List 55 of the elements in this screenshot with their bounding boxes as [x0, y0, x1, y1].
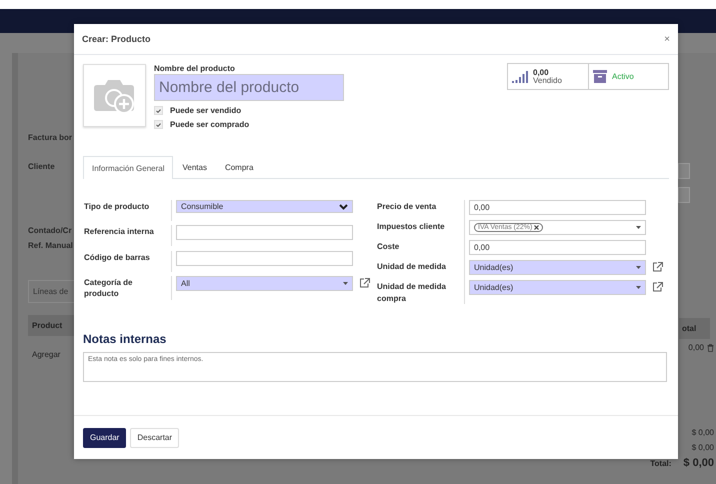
caret-icon — [636, 266, 641, 269]
bar-chart-icon — [512, 70, 528, 82]
subtotal-amount: $ 0,00 — [692, 443, 714, 452]
tab[interactable]: Información General — [83, 156, 174, 179]
field-label: Referencia interna — [83, 225, 172, 246]
select-field[interactable] — [678, 163, 690, 179]
select-field[interactable]: Unidad(es) — [469, 260, 646, 275]
input-field[interactable] — [176, 250, 353, 266]
product-name-field[interactable]: Nombre del producto — [154, 74, 344, 101]
save-button[interactable]: Guardar — [83, 428, 126, 448]
close-button[interactable]: × — [664, 34, 670, 44]
external-link-icon[interactable] — [652, 262, 663, 272]
form-label: Contado/Cr — [28, 226, 73, 235]
field-label: Coste — [376, 240, 465, 260]
product-type-select[interactable]: Consumible — [176, 200, 353, 213]
subtotal-amount: $ 0,00 — [692, 428, 714, 437]
total-label: Total: — [650, 459, 672, 468]
chevron-down-icon — [339, 204, 348, 210]
trash-icon[interactable] — [707, 344, 714, 352]
total-amount: $ 0,00 — [683, 457, 714, 469]
field-label: Unidad de medida — [376, 260, 465, 280]
caret-icon — [636, 286, 641, 289]
input-field[interactable]: 0,00 — [469, 200, 646, 215]
archive-box-icon — [593, 70, 607, 83]
select-field[interactable] — [678, 187, 690, 203]
input-field[interactable] — [176, 225, 353, 240]
column-header: otal — [679, 318, 710, 339]
form-label: Cliente — [28, 162, 56, 171]
discard-button[interactable]: Descartar — [130, 428, 180, 448]
section-title: Notas internas — [83, 332, 168, 346]
select-field[interactable]: Unidad(es) — [469, 280, 646, 295]
checkbox-label: Puede ser comprado — [170, 120, 250, 129]
dialog-title: Crear: Producto — [82, 34, 151, 44]
form-label: Factura bor — [28, 133, 74, 142]
tab[interactable]: Compra — [216, 156, 262, 178]
checkbox[interactable] — [154, 120, 163, 129]
tab[interactable]: Ventas — [173, 156, 216, 178]
caret-icon — [636, 226, 641, 229]
remove-icon[interactable] — [534, 225, 540, 230]
field-label: Tipo de producto — [83, 200, 172, 221]
field-label: Categoría de producto — [83, 276, 172, 300]
field-label: Precio de venta — [376, 200, 465, 220]
input-field[interactable]: 0,00 — [469, 240, 646, 255]
external-link-icon[interactable] — [359, 278, 370, 288]
line-amount: 0,00 — [688, 343, 704, 352]
field-label: Unidad de medida compra — [376, 280, 465, 304]
field-label: Código de barras — [83, 250, 172, 272]
external-link-icon[interactable] — [652, 282, 663, 292]
field-label: Nombre del producto — [154, 64, 236, 73]
select-field[interactable]: All — [176, 276, 353, 291]
checkbox[interactable] — [154, 106, 163, 115]
caret-icon — [343, 282, 348, 285]
field-label: Impuestos cliente — [376, 220, 465, 240]
form-label: Ref. Manual — [28, 241, 74, 250]
checkbox-label: Puede ser vendido — [170, 106, 242, 115]
